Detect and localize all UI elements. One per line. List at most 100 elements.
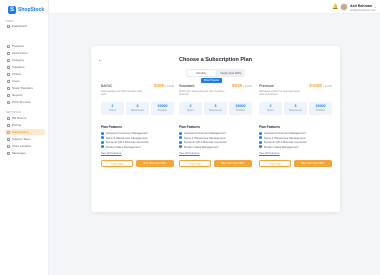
plan-actions: Free Trial Buy Now (Get 20%) (259, 160, 332, 167)
terminal-icon (7, 100, 10, 104)
bell-icon[interactable]: 🔔 (332, 4, 338, 10)
sidebar-item-subscription[interactable]: Subscription (5, 129, 45, 135)
plan-card-basic: BASIC $499 / month Lets manage your firs… (101, 83, 174, 207)
stat-stores: 2 Stores (101, 102, 124, 115)
sidebar-item-messages[interactable]: Messages (5, 150, 45, 156)
stat-label: Warehouses (130, 109, 145, 112)
free-trial-button[interactable]: Free Trial (259, 160, 291, 167)
feature-text: Advanced Inventory Management (106, 131, 148, 136)
plan-stats: 2 Stores 3 Warehouses 10000 Products (259, 102, 332, 115)
layers-icon (7, 51, 10, 55)
sidebar-item-category[interactable]: Category (5, 57, 45, 63)
plan-description: Advanced system for store and multi stor… (259, 90, 300, 97)
chevron-down-icon[interactable]: ⌄ (374, 5, 377, 9)
check-icon: ✓ (259, 136, 262, 140)
see-all-features-link[interactable]: See all Features (179, 151, 199, 155)
features-title: Plan Features (259, 125, 280, 129)
app: S ShopStock MAIN Dashboard Products Stoc… (0, 0, 380, 275)
sidebar-item-pricing[interactable]: Pricing (5, 122, 45, 128)
feature-text: Store & Warehouse Management (264, 135, 306, 140)
stat-label: Products (235, 109, 246, 112)
top-header: 🔔 Asif Rahman asif@shopstock.com ⌄ (49, 0, 380, 14)
modal-title: Choose a Subscription Plan (178, 57, 253, 63)
support-icon (7, 137, 10, 141)
stat-products: 10000 Products (151, 102, 174, 115)
free-trial-button[interactable]: Free Trial (101, 160, 133, 167)
buy-now-button[interactable]: Buy Now (Get 20%) (136, 160, 174, 167)
message-icon (7, 151, 10, 155)
check-icon: ✓ (179, 136, 182, 140)
sidebar-item-label: Messages (12, 151, 26, 155)
sidebar-item-label: Bill Rooms (12, 116, 27, 120)
stat-value: 2 (111, 104, 114, 108)
sidebar-item-pos-terminal[interactable]: POS Terminal (5, 99, 45, 105)
check-icon: ✓ (259, 140, 262, 144)
sidebar-item-reports[interactable]: Reports (5, 92, 45, 98)
cart-icon (7, 72, 10, 76)
feature-text: Store & Warehouse Management (184, 135, 226, 140)
plan-name: Standard (179, 84, 195, 88)
feature-text: Dynamic QR & Barcode Generator (264, 140, 308, 145)
sidebar-item-dashboard[interactable]: Dashboard (5, 23, 45, 29)
price-amount: $499 (153, 83, 165, 88)
stat-products: 10000 Products (229, 102, 252, 115)
free-trial-button[interactable]: Free Trial (179, 160, 211, 167)
buy-now-button[interactable]: Buy Now (Get 20%) (214, 160, 252, 167)
check-icon: ✓ (179, 145, 182, 149)
sidebar-item-label: Products (12, 44, 24, 48)
buy-now-button[interactable]: Buy Now (Get 20%) (294, 160, 332, 167)
plan-stats: 2 Stores 3 Warehouses 10000 Products (101, 102, 174, 115)
logo-text: ShopStock (18, 7, 45, 13)
feature-text: Modern Sales Management (184, 144, 219, 149)
sidebar-item-label: Stock Transfers (12, 86, 33, 90)
tag-icon (7, 58, 10, 62)
users-icon (7, 79, 10, 83)
stat-warehouses: 3 Warehouses (204, 102, 227, 115)
plan-description: Lets manage your first inventory with ea… (101, 90, 142, 97)
logo[interactable]: S ShopStock (8, 6, 44, 14)
avatar[interactable] (340, 3, 348, 11)
stat-label: Stores (267, 109, 274, 112)
stat-label: Warehouses (288, 109, 303, 112)
stat-value: 3 (294, 104, 297, 108)
feature-item: ✓ Modern Sales Management (179, 145, 227, 150)
stat-value: 3 (136, 104, 139, 108)
features-list: ✓ Advanced Inventory Management ✓ Store & … (101, 131, 149, 149)
sidebar-item-orders[interactable]: Orders (5, 71, 45, 77)
dashboard-icon (7, 24, 10, 28)
sidebar-item-stock-items[interactable]: Stock Items (5, 50, 45, 56)
plan-actions: Free Trial Buy Now (Get 20%) (101, 160, 174, 167)
logo-icon: S (8, 6, 16, 14)
check-icon: ✓ (259, 131, 262, 135)
feature-text: Advanced Inventory Management (184, 131, 226, 136)
billing-toggle: Monthly Yearly (Get 20%) (186, 69, 245, 77)
card-icon (7, 130, 10, 134)
stat-value: 2 (189, 104, 192, 108)
feature-text: Modern Sales Management (106, 144, 141, 149)
sidebar-item-users[interactable]: Users (5, 78, 45, 84)
see-all-features-link[interactable]: See all Features (101, 151, 121, 155)
plan-card-standard: Most Popular Standard $949 / month Scale… (179, 78, 252, 207)
toggle-monthly[interactable]: Monthly (187, 70, 216, 76)
sidebar-item-label: Dashboard (12, 24, 27, 28)
sidebar-item-bill-rooms[interactable]: Bill Rooms (5, 115, 45, 121)
price-amount: $1000 (309, 83, 323, 88)
sidebar-item-support-team[interactable]: Support Team (5, 136, 45, 142)
stat-stores: 2 Stores (179, 102, 202, 115)
receipt-icon (7, 116, 10, 120)
see-all-features-link[interactable]: See all Features (259, 151, 279, 155)
sidebar-item-label: Support Team (12, 137, 31, 141)
sidebar-item-label: Category (12, 58, 25, 62)
pin-icon (7, 144, 10, 148)
sidebar: S ShopStock MAIN Dashboard Products Stoc… (0, 0, 49, 275)
sidebar-item-suppliers[interactable]: Suppliers (5, 64, 45, 70)
check-icon: ✓ (179, 131, 182, 135)
toggle-yearly[interactable]: Yearly (Get 20%) (217, 69, 246, 77)
sidebar-item-stock-transfers[interactable]: Stock Transfers (5, 85, 45, 91)
user-name[interactable]: Asif Rahman (350, 4, 372, 8)
stat-value: 2 (269, 104, 272, 108)
sidebar-item-products[interactable]: Products (5, 43, 45, 49)
stat-label: Stores (187, 109, 194, 112)
sidebar-item-store-location[interactable]: Store Location (5, 143, 45, 149)
stat-label: Products (157, 109, 168, 112)
